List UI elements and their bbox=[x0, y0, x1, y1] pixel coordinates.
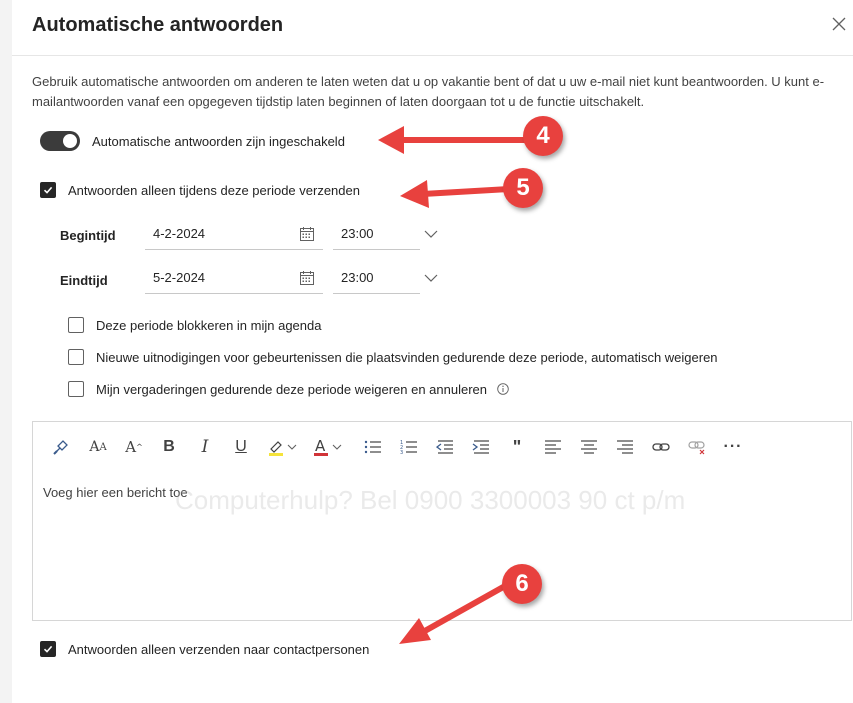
cancel-meetings-checkbox[interactable] bbox=[68, 381, 84, 397]
checkmark-icon bbox=[43, 645, 53, 653]
font-color-icon[interactable]: A bbox=[311, 436, 345, 458]
info-icon[interactable] bbox=[497, 383, 509, 395]
increase-indent-icon[interactable] bbox=[471, 436, 491, 458]
superscript-size-icon[interactable]: A ^ bbox=[123, 436, 145, 458]
option-label: Nieuwe uitnodigingen voor gebeurtenissen… bbox=[96, 349, 718, 365]
auto-reply-toggle[interactable] bbox=[40, 131, 80, 151]
end-time-value: 23:00 bbox=[341, 270, 374, 285]
start-time-value: 23:00 bbox=[341, 226, 374, 241]
dialog-title: Automatische antwoorden bbox=[32, 14, 284, 36]
checkmark-icon bbox=[43, 186, 53, 194]
end-time-input[interactable]: 23:00 bbox=[333, 262, 420, 294]
numbering-icon[interactable]: 123 bbox=[399, 436, 419, 458]
period-checkbox[interactable] bbox=[40, 182, 56, 198]
underline-icon[interactable]: U bbox=[231, 436, 251, 458]
bold-icon[interactable]: B bbox=[159, 436, 179, 458]
contacts-checkbox-label: Antwoorden alleen verzenden naar contact… bbox=[68, 641, 370, 657]
period-checkbox-row: Antwoorden alleen tijdens deze periode v… bbox=[40, 182, 360, 198]
message-placeholder[interactable]: Voeg hier een bericht toe bbox=[43, 485, 188, 500]
unlink-icon[interactable] bbox=[687, 436, 707, 458]
link-icon[interactable] bbox=[651, 436, 671, 458]
message-editor[interactable]: AA A ^ B I U A 123 " ··· Voeg hier een b… bbox=[32, 421, 852, 621]
dialog-description: Gebruik automatische antwoorden om ander… bbox=[32, 74, 825, 109]
end-label: Eindtijd bbox=[60, 273, 108, 288]
align-center-icon[interactable] bbox=[579, 436, 599, 458]
contacts-checkbox-row: Antwoorden alleen verzenden naar contact… bbox=[40, 641, 369, 657]
annotation-badge-6: 6 bbox=[502, 564, 542, 604]
block-calendar-checkbox[interactable] bbox=[68, 317, 84, 333]
highlight-icon[interactable] bbox=[266, 436, 300, 458]
toggle-label: Automatische antwoorden zijn ingeschakel… bbox=[92, 133, 345, 149]
calendar-icon[interactable] bbox=[299, 226, 315, 242]
option-row: Deze periode blokkeren in mijn agenda bbox=[68, 317, 321, 333]
annotation-badge-4: 4 bbox=[523, 116, 563, 156]
chevron-down-icon[interactable] bbox=[424, 273, 438, 283]
start-date-value: 4-2-2024 bbox=[153, 226, 206, 241]
svg-text:A: A bbox=[315, 437, 326, 455]
period-checkbox-label: Antwoorden alleen tijdens deze periode v… bbox=[68, 182, 360, 198]
option-label: Mijn vergaderingen gedurende deze period… bbox=[96, 381, 488, 397]
format-painter-icon[interactable] bbox=[51, 436, 71, 458]
decrease-indent-icon[interactable] bbox=[435, 436, 455, 458]
quote-icon[interactable]: " bbox=[507, 436, 527, 458]
end-date-value: 5-2-2024 bbox=[153, 270, 206, 285]
auto-reply-dialog: Automatische antwoorden Gebruik automati… bbox=[12, 0, 853, 703]
more-icon[interactable]: ··· bbox=[723, 436, 743, 458]
auto-reply-toggle-row: Automatische antwoorden zijn ingeschakel… bbox=[40, 131, 345, 151]
start-date-input[interactable]: 4-2-2024 bbox=[145, 218, 323, 250]
option-row: Nieuwe uitnodigingen voor gebeurtenissen… bbox=[68, 349, 718, 365]
annotation-badge-5: 5 bbox=[503, 168, 543, 208]
option-row: Mijn vergaderingen gedurende deze period… bbox=[68, 381, 509, 397]
font-size-icon[interactable]: AA bbox=[87, 436, 109, 458]
start-label: Begintijd bbox=[60, 228, 116, 243]
close-icon[interactable] bbox=[831, 16, 847, 32]
editor-toolbar: AA A ^ B I U A 123 " ··· bbox=[33, 422, 851, 472]
chevron-down-icon[interactable] bbox=[424, 229, 438, 239]
option-label: Deze periode blokkeren in mijn agenda bbox=[96, 317, 322, 333]
contacts-checkbox[interactable] bbox=[40, 641, 56, 657]
align-left-icon[interactable] bbox=[543, 436, 563, 458]
calendar-icon[interactable] bbox=[299, 270, 315, 286]
italic-icon[interactable]: I bbox=[195, 436, 215, 458]
end-date-input[interactable]: 5-2-2024 bbox=[145, 262, 323, 294]
start-time-input[interactable]: 23:00 bbox=[333, 218, 420, 250]
dialog-header: Automatische antwoorden bbox=[12, 0, 853, 56]
svg-text:3: 3 bbox=[400, 450, 403, 455]
bullets-icon[interactable] bbox=[363, 436, 383, 458]
align-right-icon[interactable] bbox=[615, 436, 635, 458]
decline-invitations-checkbox[interactable] bbox=[68, 349, 84, 365]
